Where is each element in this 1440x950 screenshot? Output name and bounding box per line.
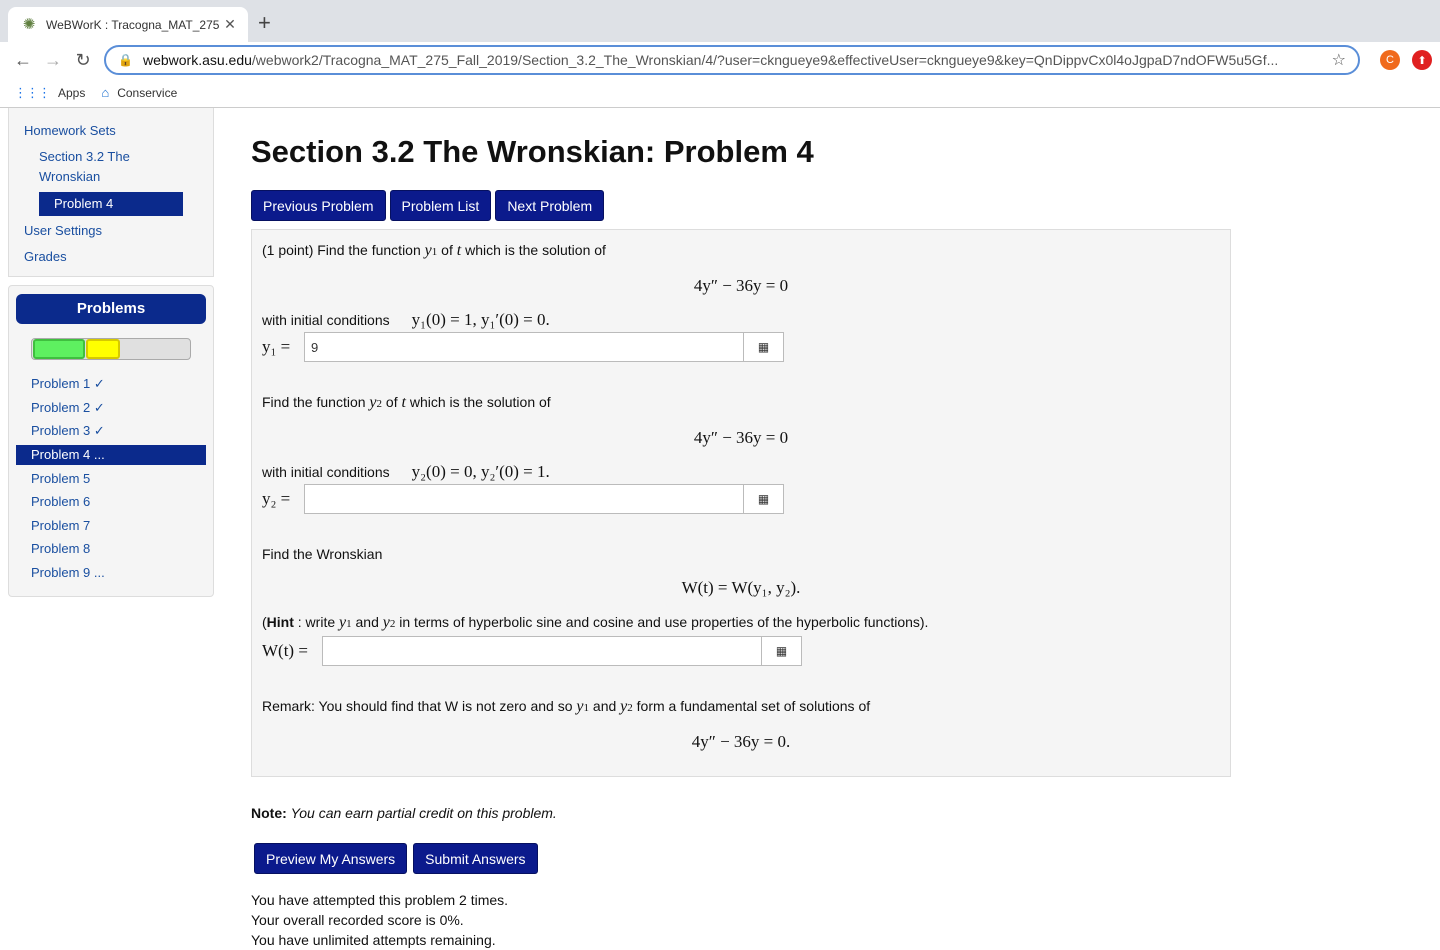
problem-link-4[interactable]: Problem 4 ...	[16, 444, 206, 465]
ode-equation-2: 4y″ − 36y = 0	[693, 428, 789, 447]
answer-row-y2: y₂ = ▦	[262, 484, 1220, 514]
url-text: webwork.asu.edu/webwork2/Tracogna_MAT_27…	[142, 52, 1279, 68]
sidebar-item-problem-4[interactable]: Problem 4	[39, 192, 183, 216]
initial-conditions-2: with initial conditions y₂(0) = 0, y₂′(0…	[262, 462, 550, 481]
answer-row-y1: y₁ = ▦	[262, 332, 1220, 362]
remark-equation: 4y″ − 36y = 0.	[691, 732, 791, 751]
progress-correct	[33, 339, 85, 359]
tab-title: WeBWorK : Tracogna_MAT_275	[46, 17, 220, 32]
submit-row: Preview My Answers Submit Answers	[254, 843, 1231, 874]
reload-icon[interactable]: ↻	[68, 50, 98, 71]
bookmarks-bar: ⋮⋮⋮ Apps ⌂ Conservice	[0, 78, 1440, 108]
wronskian-equation: W(t) = W(y₁, y₂).	[681, 578, 801, 597]
problem-link-9[interactable]: Problem 9 ...	[16, 561, 206, 585]
problem-link-1[interactable]: Problem 1 ✓	[16, 372, 206, 396]
ode-equation-1: 4y″ − 36y = 0	[693, 276, 789, 295]
sidebar-item-homework-sets[interactable]: Homework Sets	[9, 118, 213, 144]
attempts-count: You have attempted this problem 2 times.	[251, 892, 509, 908]
attempts-info: You have attempted this problem 2 times.…	[251, 890, 1231, 950]
bookmark-conservice[interactable]: ⌂ Conservice	[101, 85, 177, 100]
next-problem-button[interactable]: Next Problem	[495, 190, 605, 221]
problem-link-5[interactable]: Problem 5	[16, 467, 206, 491]
new-tab-icon[interactable]: +	[258, 12, 271, 34]
recorded-score: Your overall recorded score is 0%.	[251, 912, 464, 928]
webwork-favicon-icon: ✺	[22, 15, 36, 33]
problem-link-8[interactable]: Problem 8	[16, 537, 206, 561]
webwork-page: Homework Sets Section 3.2 The Wronskian …	[0, 108, 1440, 948]
browser-tabbar: ✺ WeBWorK : Tracogna_MAT_275 ✕ +	[0, 0, 1440, 42]
browser-toolbar: ← → ↻ 🔒 webwork.asu.edu/webwork2/Tracogn…	[0, 42, 1440, 78]
extension-c-icon[interactable]: C	[1380, 50, 1400, 70]
tab-close-icon[interactable]: ✕	[222, 16, 238, 33]
problem-link-6[interactable]: Problem 6	[16, 490, 206, 514]
forward-arrow-icon[interactable]: →	[38, 50, 68, 71]
hint-text: (Hint : write y1 and y2 in terms of hype…	[262, 614, 929, 631]
answer-row-wronskian: W(t) = ▦	[262, 636, 1220, 666]
bookmark-apps[interactable]: ⋮⋮⋮ Apps	[14, 85, 85, 101]
y2-answer-input[interactable]	[304, 484, 744, 514]
problem-link-3[interactable]: Problem 3 ✓	[16, 419, 206, 443]
home-icon: ⌂	[101, 85, 110, 100]
partial-credit-note: Note: You can earn partial credit on thi…	[251, 805, 557, 821]
previous-problem-button[interactable]: Previous Problem	[251, 190, 386, 221]
y1-answer-input[interactable]	[304, 332, 744, 362]
sidebar-item-user-settings[interactable]: User Settings	[9, 218, 213, 244]
y2-label: y₂ =	[262, 489, 291, 508]
problem-list-button[interactable]: Problem List	[389, 190, 492, 221]
remark-text: Remark: You should find that W is not ze…	[262, 698, 871, 715]
problem-link-7[interactable]: Problem 7	[16, 514, 206, 538]
wronskian-answer-input[interactable]	[322, 636, 762, 666]
question-1: (1 point) Find the function y1 of t whic…	[262, 242, 606, 259]
submit-answers-button[interactable]: Submit Answers	[413, 843, 538, 874]
sidebar-nav: Homework Sets Section 3.2 The Wronskian …	[8, 108, 214, 277]
apps-grid-icon: ⋮⋮⋮	[14, 84, 51, 100]
address-bar[interactable]: 🔒 webwork.asu.edu/webwork2/Tracogna_MAT_…	[104, 45, 1360, 75]
initial-conditions-1: with initial conditions y₁(0) = 1, y₁′(0…	[262, 310, 550, 329]
question-2: Find the function y2 of t which is the s…	[262, 394, 551, 411]
browser-tab[interactable]: ✺ WeBWorK : Tracogna_MAT_275 ✕	[8, 7, 248, 42]
equation-editor-icon[interactable]: ▦	[744, 332, 784, 362]
problem-link-2[interactable]: Problem 2 ✓	[16, 396, 206, 420]
equation-editor-icon[interactable]: ▦	[762, 636, 802, 666]
extension-upload-icon[interactable]: ⬆	[1412, 50, 1432, 70]
wronskian-label: W(t) =	[262, 641, 308, 660]
progress-partial	[86, 339, 120, 359]
y1-label: y₁ =	[262, 337, 291, 356]
equation-editor-icon[interactable]: ▦	[744, 484, 784, 514]
back-arrow-icon[interactable]: ←	[8, 50, 38, 71]
problem-list: Problem 1 ✓ Problem 2 ✓ Problem 3 ✓ Prob…	[16, 372, 206, 584]
problem-body: (1 point) Find the function y1 of t whic…	[251, 229, 1231, 777]
problem-nav: Previous Problem Problem List Next Probl…	[251, 190, 1231, 221]
question-3: Find the Wronskian	[262, 546, 383, 562]
main-content: Section 3.2 The Wronskian: Problem 4 Pre…	[251, 108, 1231, 950]
problems-panel: Problems Problem 1 ✓ Problem 2 ✓ Problem…	[8, 285, 214, 597]
bookmark-star-icon[interactable]: ☆	[1332, 50, 1346, 70]
lock-icon: 🔒	[118, 53, 133, 67]
page-title: Section 3.2 The Wronskian: Problem 4	[251, 134, 814, 169]
attempts-remaining: You have unlimited attempts remaining.	[251, 932, 496, 948]
sidebar-item-section[interactable]: Section 3.2 The Wronskian	[9, 144, 159, 190]
preview-answers-button[interactable]: Preview My Answers	[254, 843, 408, 874]
sidebar: Homework Sets Section 3.2 The Wronskian …	[8, 108, 214, 597]
sidebar-item-grades[interactable]: Grades	[9, 244, 213, 270]
problems-heading: Problems	[16, 294, 206, 324]
progress-bar	[31, 338, 191, 360]
